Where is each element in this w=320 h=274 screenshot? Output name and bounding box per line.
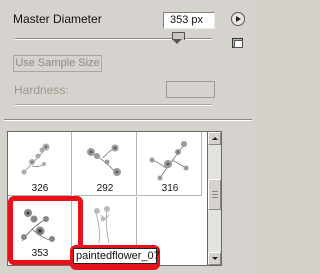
brush-size-label: 316 [161,183,179,194]
scrollbar-thumb[interactable] [208,179,221,210]
grid-scrollbar[interactable] [208,131,222,266]
scroll-up-arrow-icon[interactable] [208,132,221,145]
master-diameter-label: Master Diameter [13,12,102,26]
master-diameter-slider-thumb[interactable] [172,32,185,44]
brush-size-label: 326 [31,183,49,194]
hardness-label: Hardness: [14,83,69,97]
brush-name-tooltip: paintedflower_07 [73,248,160,264]
brush-preset-tile[interactable]: 292 [73,132,137,196]
master-diameter-field[interactable]: 353 px [163,12,215,29]
hardness-slider-track[interactable] [15,104,212,106]
scroll-down-arrow-icon[interactable] [208,252,221,265]
new-preset-icon[interactable] [232,38,243,48]
panel-menu-arrow-icon[interactable] [231,12,245,26]
section-divider [4,119,252,121]
use-sample-size-button[interactable]: Use Sample Size [13,55,102,72]
brush-size-label: 292 [96,183,114,194]
brush-preset-panel: Master Diameter 353 px Use Sample Size H… [0,0,256,274]
hardness-field[interactable] [166,81,215,98]
brush-preset-tile[interactable]: 316 [138,132,202,196]
brush-preset-tile[interactable]: 326 [8,132,72,196]
